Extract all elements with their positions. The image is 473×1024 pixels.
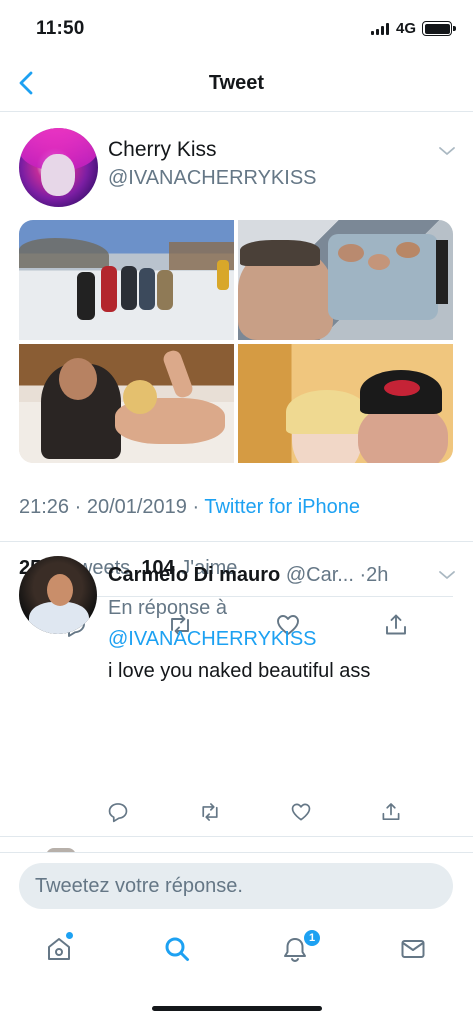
reply-time: ·2h (359, 564, 389, 586)
reply-to-label: En réponse à (108, 597, 227, 619)
reply-tweet[interactable]: Carmelo Di mauro @Car... ·2h En réponse … (0, 542, 473, 722)
status-time: 11:50 (36, 18, 85, 39)
tweet-timestamp: 21:26 · 20/01/2019 · Twitter for iPhone (19, 496, 360, 519)
search-icon (165, 937, 189, 961)
caret-down-icon (439, 147, 455, 155)
tab-bar (0, 918, 473, 984)
reply-like-button[interactable] (287, 798, 315, 826)
tweet-menu-button[interactable] (436, 142, 458, 160)
reply-composer-bar: Tweetez votre réponse. (0, 852, 473, 918)
reply-author-name[interactable]: Carmelo Di mauro (108, 564, 280, 586)
reply-mention-link[interactable]: @IVANACHERRYKISS (108, 628, 317, 651)
reply-retweet-button[interactable] (196, 798, 224, 826)
author-name[interactable]: Cherry Kiss (108, 138, 217, 162)
like-icon (291, 803, 311, 821)
home-indicator[interactable] (152, 1006, 322, 1011)
home-unread-dot (66, 932, 73, 939)
nav-bar: Tweet (0, 56, 473, 112)
author-handle[interactable]: @IVANACHERRYKISS (108, 167, 317, 190)
media-photo-3[interactable] (19, 344, 234, 463)
media-photo-1[interactable] (19, 220, 234, 340)
battery-icon (422, 21, 456, 36)
reply-input-placeholder: Tweetez votre réponse. (35, 874, 243, 897)
reply-header: Carmelo Di mauro @Car... ·2h (108, 564, 448, 587)
tab-search[interactable] (160, 932, 194, 966)
home-icon (48, 938, 70, 960)
messages-icon (401, 940, 425, 958)
page-title: Tweet (208, 72, 265, 94)
tweet-source-link[interactable]: Twitter for iPhone (204, 496, 360, 518)
tweet-datetime: 21:26 · 20/01/2019 · (19, 496, 205, 518)
signal-icon (371, 23, 391, 35)
reply-share-button[interactable] (377, 798, 405, 826)
media-photo-2[interactable] (238, 220, 453, 340)
retweet-icon (202, 803, 218, 821)
reply-action-bar (0, 796, 473, 828)
media-photo-4[interactable] (238, 344, 453, 463)
reply-reply-button[interactable] (104, 798, 132, 826)
author-avatar[interactable] (19, 128, 98, 207)
reply-author-handle[interactable]: @Car... (286, 564, 354, 586)
reply-text: i love you naked beautiful ass (108, 660, 371, 682)
status-bar: 11:50 4G (0, 0, 473, 56)
tab-messages[interactable] (396, 932, 430, 966)
caret-down-icon (439, 571, 455, 579)
divider (0, 836, 473, 837)
network-type: 4G (396, 20, 417, 37)
reply-menu-button[interactable] (436, 566, 458, 584)
notifications-badge: 1 (302, 928, 322, 948)
reply-input[interactable]: Tweetez votre réponse. (19, 863, 453, 909)
reply-icon (108, 803, 128, 823)
media-grid (19, 220, 453, 463)
share-icon (382, 803, 400, 821)
reply-avatar[interactable] (19, 556, 97, 634)
